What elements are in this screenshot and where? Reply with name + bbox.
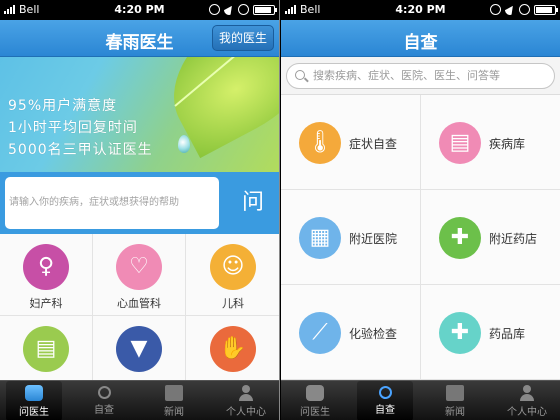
my-doctor-button[interactable]: 我的医生	[211, 25, 274, 51]
status-icons	[490, 2, 558, 17]
thermometer-icon: 🌡	[299, 122, 341, 164]
document-icon: ▤	[23, 326, 69, 372]
tab-self-check[interactable]: 自查	[76, 381, 132, 420]
tab-ask-doctor[interactable]: 问医生	[6, 381, 62, 420]
alarm-icon	[238, 4, 249, 15]
tab-label: 问医生	[300, 407, 330, 418]
nearby-hospital-item[interactable]: ▦ 附近医院	[281, 190, 421, 285]
chat-icon	[306, 385, 324, 401]
tab-profile[interactable]: 个人中心	[216, 381, 276, 420]
location-icon	[503, 2, 517, 17]
carrier-info: Bell	[4, 3, 39, 16]
department-label: 心血管科	[117, 297, 161, 310]
disease-library-item[interactable]: ▤ 疾病库	[421, 95, 560, 190]
tab-label: 个人中心	[507, 407, 547, 418]
app-root: Bell 4:20 PM 春雨医生 我的医生 95%用户满意度 1小时平均回复时…	[0, 0, 560, 420]
search-icon	[295, 70, 305, 80]
user-icon	[518, 385, 536, 401]
news-icon	[165, 385, 183, 401]
item-label: 症状自查	[349, 137, 398, 151]
carrier-name: Bell	[300, 3, 321, 16]
signal-icon	[285, 5, 296, 14]
tab-self-check[interactable]: 自查	[357, 381, 413, 420]
ask-doctor-screen: Bell 4:20 PM 春雨医生 我的医生 95%用户满意度 1小时平均回复时…	[0, 0, 280, 420]
alarm-icon	[519, 4, 530, 15]
ask-row: 请输入你的疾病，症状或想获得的帮助 问	[0, 172, 279, 234]
search-input[interactable]: 搜索疾病、症状、医院、医生、问答等	[286, 63, 555, 89]
symptom-check-item[interactable]: 🌡 症状自查	[281, 95, 421, 190]
carrier-name: Bell	[19, 3, 40, 16]
tab-bar: 问医生 自查 新闻 个人中心	[281, 380, 560, 420]
news-icon	[446, 385, 464, 401]
nav-bar: 自查	[281, 20, 560, 57]
baby-icon: ☺	[210, 244, 256, 290]
rotation-lock-icon	[209, 4, 220, 15]
signal-icon	[4, 5, 15, 14]
tab-label: 问医生	[19, 407, 49, 418]
medical-record-icon: ▤	[439, 122, 481, 164]
item-label: 附近药店	[489, 232, 538, 246]
nearby-pharmacy-item[interactable]: ✚ 附近药店	[421, 190, 560, 285]
page-title: 自查	[403, 33, 438, 53]
status-bar: Bell 4:20 PM	[281, 0, 560, 20]
tab-label: 自查	[375, 405, 395, 416]
question-input[interactable]: 请输入你的疾病，症状或想获得的帮助	[5, 177, 219, 229]
heart-icon: ♡	[116, 244, 162, 290]
tab-label: 新闻	[445, 407, 465, 418]
drug-library-item[interactable]: ✚ 药品库	[421, 285, 560, 380]
battery-icon	[534, 4, 558, 15]
chat-icon	[25, 385, 43, 401]
department-label: 妇产科	[29, 297, 63, 310]
pregnancy-icon: ♀	[23, 244, 69, 290]
banner-line-satisfaction: 95%用户满意度	[8, 98, 118, 114]
test-tube-icon: ⟋	[299, 312, 341, 354]
battery-icon	[253, 4, 277, 15]
tab-ask-doctor[interactable]: 问医生	[287, 381, 343, 420]
hospital-icon: ▦	[299, 217, 341, 259]
location-icon	[222, 2, 236, 17]
banner-line-reply-time: 1小时平均回复时间	[8, 120, 138, 136]
banner-line-doctors: 5000名三甲认证医生	[8, 142, 153, 158]
tab-label: 个人中心	[226, 407, 266, 418]
item-label: 化验检查	[349, 327, 398, 341]
pharmacy-icon: ✚	[439, 217, 481, 259]
tab-news[interactable]: 新闻	[427, 381, 483, 420]
rotation-lock-icon	[490, 4, 501, 15]
self-check-screen: Bell 4:20 PM 自查 搜索疾病、症状、医院、医生、问答等 🌡 症状自查	[281, 0, 560, 420]
carrier-info: Bell	[285, 3, 320, 16]
tab-label: 新闻	[164, 407, 184, 418]
item-label: 药品库	[489, 327, 526, 341]
search-icon	[97, 386, 111, 399]
search-icon	[378, 386, 392, 399]
ask-button[interactable]: 问	[226, 172, 279, 234]
nav-bar: 春雨医生 我的医生	[0, 20, 279, 57]
water-drop-graphic	[178, 135, 190, 153]
hand-icon: ✋	[210, 326, 256, 372]
tab-profile[interactable]: 个人中心	[497, 381, 557, 420]
lab-test-item[interactable]: ⟋ 化验检查	[281, 285, 421, 380]
tab-label: 自查	[94, 405, 114, 416]
promo-banner[interactable]: 95%用户满意度 1小时平均回复时间 5000名三甲认证医生	[0, 57, 279, 172]
item-label: 附近医院	[349, 232, 398, 246]
search-area: 搜索疾病、症状、医院、医生、问答等	[281, 57, 560, 95]
tab-news[interactable]: 新闻	[146, 381, 202, 420]
status-bar: Bell 4:20 PM	[0, 0, 279, 20]
department-label: 儿科	[222, 297, 244, 310]
department-grid: ♀ 妇产科 ♡ 心血管科 ☺ 儿科 ▤ ▼ ✋	[0, 234, 279, 398]
self-check-grid: 🌡 症状自查 ▤ 疾病库 ▦ 附近医院 ✚ 附近药店 ⟋ 化验检查 ✚ 药品库	[281, 95, 560, 380]
suit-icon: ▼	[116, 326, 162, 372]
department-obstetrics[interactable]: ♀ 妇产科	[0, 234, 93, 316]
user-icon	[237, 385, 255, 401]
department-pediatrics[interactable]: ☺ 儿科	[186, 234, 279, 316]
medicine-kit-icon: ✚	[439, 312, 481, 354]
item-label: 疾病库	[489, 137, 526, 151]
search-placeholder: 搜索疾病、症状、医院、医生、问答等	[313, 69, 500, 82]
tab-bar: 问医生 自查 新闻 个人中心	[0, 380, 279, 420]
department-cardiology[interactable]: ♡ 心血管科	[93, 234, 186, 316]
status-icons	[209, 2, 277, 17]
